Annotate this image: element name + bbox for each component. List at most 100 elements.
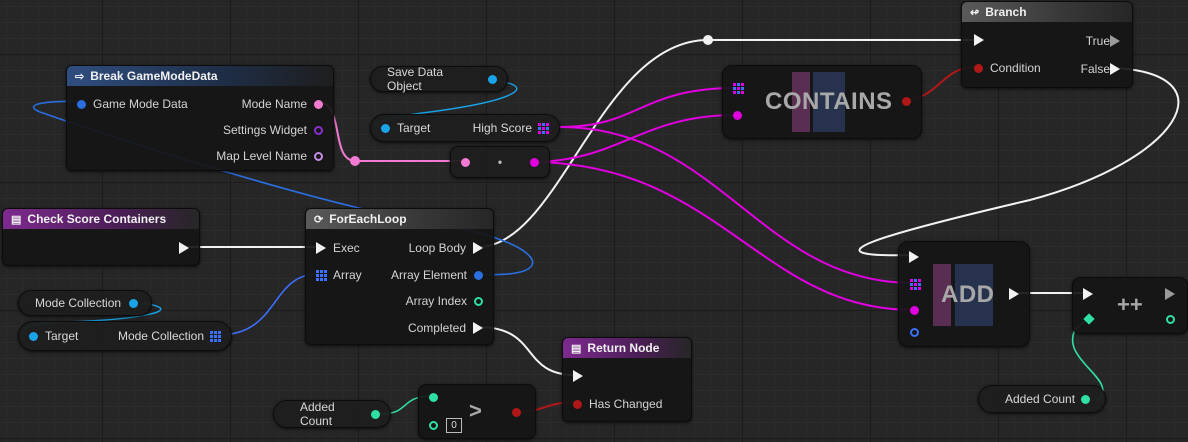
- array-wire-collection-to-loop: [217, 273, 319, 336]
- array-pin-icon[interactable]: [733, 83, 744, 94]
- integer-pin-icon[interactable]: [474, 296, 483, 306]
- break-gamemodedata-header[interactable]: ⇨ Break GameModeData: [67, 66, 333, 86]
- exec-pin-icon[interactable]: [1110, 63, 1120, 75]
- check-score-containers-header[interactable]: ▤ Check Score Containers: [3, 209, 199, 229]
- contains-node[interactable]: CONTAINS: [722, 65, 922, 139]
- foreachloop-node[interactable]: ⟳ ForEachLoop Exec Array Loop Body Array…: [305, 208, 494, 345]
- exec-pin-icon[interactable]: [1083, 288, 1093, 300]
- foreachloop-header[interactable]: ⟳ ForEachLoop: [306, 209, 493, 229]
- integer-output-pin-icon[interactable]: [1166, 315, 1175, 324]
- pin-label: Completed: [407, 321, 466, 335]
- node-title: Check Score Containers: [27, 212, 167, 226]
- exec-pin-icon[interactable]: [473, 322, 483, 334]
- get-high-score-node[interactable]: Target High Score: [370, 114, 560, 142]
- pin-has-changed[interactable]: Has Changed: [573, 397, 662, 411]
- array-pin-icon[interactable]: [210, 330, 221, 342]
- exec-pin-icon[interactable]: [316, 242, 326, 254]
- variable-label: Added Count: [300, 400, 335, 428]
- struct-pin-icon[interactable]: [77, 99, 86, 109]
- pin-loop-body[interactable]: Loop Body: [409, 241, 483, 255]
- struct-pin-icon[interactable]: [474, 270, 483, 280]
- array-pin-icon[interactable]: [316, 269, 327, 281]
- exec-out-pin-icon[interactable]: [1165, 288, 1175, 300]
- item-pin-icon[interactable]: [733, 111, 742, 120]
- exec-pin-icon[interactable]: [1110, 35, 1120, 47]
- pin-false[interactable]: False: [1081, 62, 1120, 76]
- pin-exec-in[interactable]: Exec: [316, 241, 360, 255]
- array-pin-icon[interactable]: [538, 122, 549, 134]
- bool-pin-icon[interactable]: [573, 399, 582, 409]
- pin-label: Array: [333, 268, 362, 282]
- exec-pin-icon[interactable]: [909, 251, 919, 263]
- exec-pin-icon[interactable]: [179, 242, 189, 254]
- string-pin-icon[interactable]: [314, 99, 323, 109]
- pin-array-index[interactable]: Array Index: [406, 294, 483, 308]
- pin-label: Array Element: [390, 268, 467, 282]
- pin-array[interactable]: Array: [316, 268, 362, 282]
- output-pin-icon[interactable]: [529, 157, 539, 167]
- mode-collection-variable[interactable]: Mode Collection: [18, 290, 152, 316]
- bool-pin-icon[interactable]: [974, 63, 983, 73]
- integer-pin-icon[interactable]: [429, 421, 438, 430]
- exec-pin-icon[interactable]: [473, 242, 483, 254]
- array-pin-icon[interactable]: [910, 279, 921, 290]
- pin-label: Mode Name: [241, 97, 307, 111]
- make-literal-node[interactable]: •: [450, 146, 550, 178]
- return-node[interactable]: ▤ Return Node Has Changed: [562, 337, 692, 422]
- pin-label: Has Changed: [589, 397, 663, 411]
- exec-out-pin-icon[interactable]: [1009, 288, 1019, 300]
- branch-header[interactable]: ↫ Branch: [962, 2, 1132, 22]
- branch-icon: ↫: [970, 6, 980, 19]
- increment-node[interactable]: ++: [1072, 277, 1188, 334]
- pin-label: Array Index: [405, 294, 467, 308]
- pin-settings-widget[interactable]: Settings Widget: [223, 123, 323, 137]
- add-node[interactable]: ADD: [898, 241, 1030, 347]
- greater-than-node[interactable]: 0 >: [418, 384, 536, 439]
- integer-pin-icon[interactable]: [1083, 313, 1095, 325]
- variable-label: Save Data Object: [387, 65, 444, 93]
- object-pin-icon[interactable]: [381, 123, 390, 133]
- literal-value-box[interactable]: 0: [446, 418, 462, 433]
- pin-label: True: [1085, 34, 1110, 48]
- bool-output-pin-icon[interactable]: [512, 408, 521, 417]
- object-pin-icon[interactable]: [29, 331, 38, 341]
- bool-output-pin-icon[interactable]: [902, 97, 911, 106]
- pin-game-mode-data[interactable]: Game Mode Data: [77, 97, 188, 111]
- branch-node[interactable]: ↫ Branch Condition True False: [961, 1, 1133, 88]
- pin-true[interactable]: True: [1086, 34, 1120, 48]
- get-mode-collection-node[interactable]: Target Mode Collection: [18, 321, 232, 351]
- integer-pin-icon[interactable]: [371, 409, 380, 419]
- name-pin-icon[interactable]: [314, 151, 323, 161]
- break-gamemodedata-node[interactable]: ⇨ Break GameModeData Game Mode Data Mode…: [66, 65, 334, 171]
- pin-array-element[interactable]: Array Element: [391, 268, 483, 282]
- pin-mode-name[interactable]: Mode Name: [242, 97, 323, 111]
- added-count-variable[interactable]: Added Count: [273, 400, 391, 428]
- item-pin-icon[interactable]: [910, 306, 919, 315]
- exec-pin-icon[interactable]: [573, 370, 583, 382]
- string-pin-icon[interactable]: [461, 157, 470, 167]
- return-node-header[interactable]: ▤ Return Node: [563, 338, 691, 358]
- check-score-containers-node[interactable]: ▤ Check Score Containers: [2, 208, 200, 266]
- pin-exec-in[interactable]: [974, 34, 984, 46]
- integer-pin-icon[interactable]: [429, 393, 438, 402]
- loop-icon: ⟳: [314, 213, 324, 226]
- pin-exec-in[interactable]: [573, 370, 583, 382]
- added-count-variable-2[interactable]: Added Count: [978, 385, 1106, 413]
- array-wire-highscore-to-add: [559, 126, 914, 284]
- pin-completed[interactable]: Completed: [408, 321, 483, 335]
- pin-map-level-name[interactable]: Map Level Name: [216, 149, 323, 163]
- pin-label: Exec: [333, 241, 360, 255]
- node-title: Branch: [985, 5, 1027, 19]
- index-pin-icon[interactable]: [910, 328, 919, 337]
- node-title: Break GameModeData: [90, 69, 218, 83]
- pin-exec-out[interactable]: [179, 242, 189, 254]
- object-pin-icon[interactable]: [129, 298, 139, 308]
- pin-label: Game Mode Data: [93, 97, 188, 111]
- integer-pin-icon[interactable]: [1081, 394, 1091, 404]
- object-pin-icon[interactable]: [314, 125, 323, 135]
- object-pin-icon[interactable]: [488, 74, 497, 84]
- b-input-row[interactable]: 0: [429, 418, 462, 433]
- pin-condition[interactable]: Condition: [974, 61, 1041, 75]
- exec-pin-icon[interactable]: [974, 34, 984, 46]
- save-data-object-variable[interactable]: Save Data Object: [370, 65, 508, 93]
